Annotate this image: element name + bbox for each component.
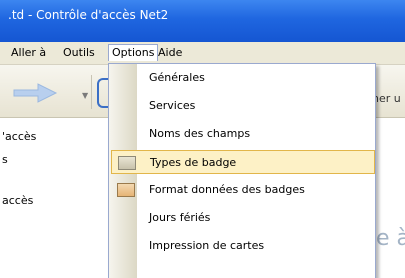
menu-item-label: Impression de cartes [149,239,265,252]
tree-item[interactable]: 'accès [2,130,36,143]
menu-item-jours-feries[interactable]: Jours fériés [111,206,373,230]
menu-item-types-de-badge[interactable]: Types de badge [111,150,375,174]
menu-outils[interactable]: Outils [60,45,98,61]
menu-item-noms-des-champs[interactable]: Noms des champs [111,122,373,146]
background-text: e à [376,226,405,251]
tree-item[interactable]: s [2,153,8,166]
options-dropdown-menu: Générales Services Noms des champs Types… [108,63,376,278]
toolbar-divider [91,75,92,109]
toolbar-button-label[interactable]: her u [372,92,401,105]
menu-item-format-donnees-badges[interactable]: Format données des badges [111,178,373,202]
menu-item-label: Services [149,99,196,112]
menu-item-label: Format données des badges [149,183,305,196]
menu-bar: Aller à Outils Options Aide [0,42,405,65]
badge-format-icon [117,183,135,197]
menu-item-services[interactable]: Services [111,94,373,118]
menu-item-label: Types de badge [150,156,237,169]
chevron-down-icon[interactable]: ▼ [82,91,88,100]
menu-item-label: Noms des champs [149,127,251,140]
menu-aide[interactable]: Aide [155,45,185,61]
menu-item-impression-de-cartes[interactable]: Impression de cartes [111,234,373,258]
forward-arrow-icon[interactable] [12,82,58,104]
menu-item-label: Générales [149,71,205,84]
tree-item[interactable]: accès [2,194,33,207]
menu-item-generales[interactable]: Générales [111,66,373,90]
title-bar: .td - Contrôle d'accès Net2 [0,0,405,42]
badge-icon [118,156,136,170]
menu-item-label: Jours fériés [149,211,211,224]
menu-aller-a[interactable]: Aller à [8,45,49,61]
window-title: .td - Contrôle d'accès Net2 [8,8,169,22]
menu-options[interactable]: Options [108,44,159,61]
